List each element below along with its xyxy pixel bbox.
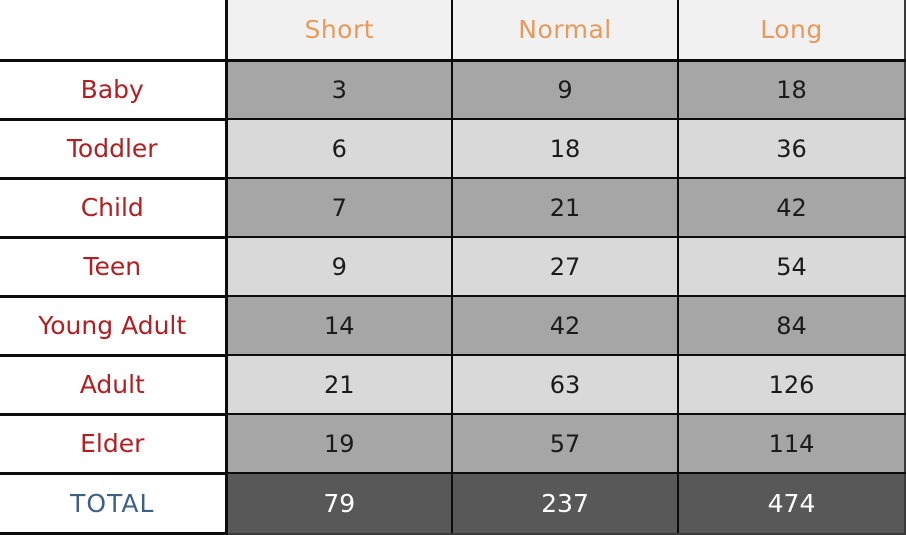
table-row: Elder 19 57 114: [0, 414, 906, 475]
cell-child-long: 42: [678, 178, 906, 239]
cell-adult-normal: 63: [452, 355, 679, 416]
table-row: Teen 9 27 54: [0, 237, 906, 298]
table-row: Adult 21 63 126: [0, 355, 906, 416]
cell-elder-long: 114: [678, 414, 906, 475]
table-row: Toddler 6 18 36: [0, 119, 906, 180]
cell-toddler-long: 36: [678, 119, 906, 180]
row-label-toddler: Toddler: [0, 119, 228, 180]
cell-elder-normal: 57: [452, 414, 679, 475]
cell-total-normal: 237: [452, 473, 679, 535]
cell-adult-short: 21: [226, 355, 453, 416]
cell-young-adult-short: 14: [226, 296, 453, 357]
cell-baby-short: 3: [226, 60, 453, 121]
cell-elder-short: 19: [226, 414, 453, 475]
statistics-table: Short Normal Long Baby 3 9 18 Toddler 6 …: [0, 0, 906, 535]
table-row: Child 7 21 42: [0, 178, 906, 239]
row-label-elder: Elder: [0, 414, 228, 475]
table-corner-cell: [0, 0, 228, 62]
cell-teen-short: 9: [226, 237, 453, 298]
cell-young-adult-long: 84: [678, 296, 906, 357]
row-label-total: TOTAL: [0, 473, 228, 535]
column-header-normal[interactable]: Normal: [452, 0, 679, 62]
row-label-adult: Adult: [0, 355, 228, 416]
column-header-long[interactable]: Long: [678, 0, 906, 62]
cell-toddler-normal: 18: [452, 119, 679, 180]
cell-baby-normal: 9: [452, 60, 679, 121]
table-total-row: TOTAL 79 237 474: [0, 473, 906, 535]
cell-adult-long: 126: [678, 355, 906, 416]
cell-child-short: 7: [226, 178, 453, 239]
cell-teen-normal: 27: [452, 237, 679, 298]
cell-total-short: 79: [226, 473, 453, 535]
row-label-teen: Teen: [0, 237, 228, 298]
table-header-row: Short Normal Long: [0, 0, 906, 62]
row-label-child: Child: [0, 178, 228, 239]
column-header-short[interactable]: Short: [226, 0, 453, 62]
cell-young-adult-normal: 42: [452, 296, 679, 357]
table-row: Baby 3 9 18: [0, 60, 906, 121]
cell-toddler-short: 6: [226, 119, 453, 180]
cell-teen-long: 54: [678, 237, 906, 298]
row-label-young-adult: Young Adult: [0, 296, 228, 357]
cell-baby-long: 18: [678, 60, 906, 121]
cell-child-normal: 21: [452, 178, 679, 239]
cell-total-long: 474: [678, 473, 906, 535]
row-label-baby: Baby: [0, 60, 228, 121]
table-row: Young Adult 14 42 84: [0, 296, 906, 357]
